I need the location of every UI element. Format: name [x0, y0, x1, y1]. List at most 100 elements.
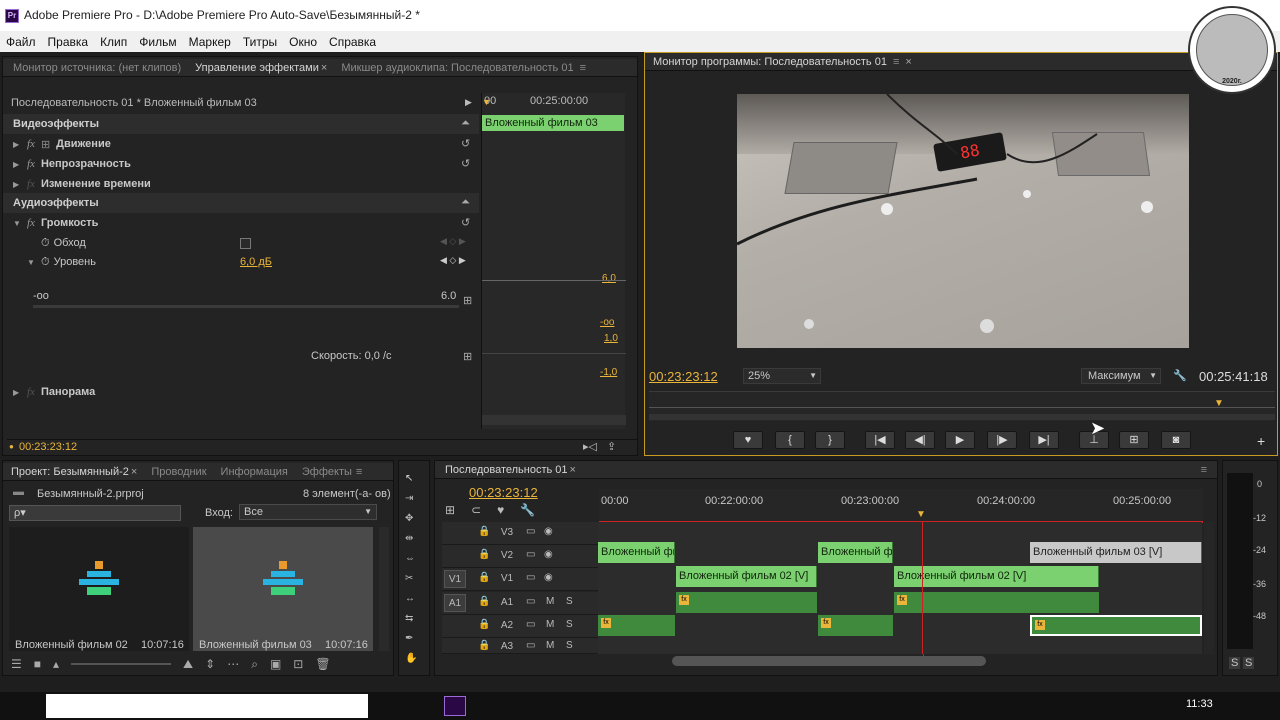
lock-icon[interactable]: 🔒: [478, 572, 490, 583]
track-header-v2[interactable]: 🔒 V2 ▭ ◉: [442, 545, 598, 568]
expand-triangle-icon[interactable]: ▼: [13, 219, 21, 228]
fx-icon[interactable]: fx: [27, 178, 35, 190]
lock-icon[interactable]: 🔒: [478, 526, 490, 537]
razor-tool-icon[interactable]: ✂: [405, 573, 413, 584]
effect-time-remap[interactable]: ▶ fx Изменение времени: [3, 174, 479, 194]
reset-icon[interactable]: ↺: [461, 137, 470, 150]
track-header-a3[interactable]: 🔒 A3 ▭ M S: [442, 638, 598, 654]
menu-help[interactable]: Справка: [329, 35, 376, 49]
audio-clip-a2-a[interactable]: fx: [598, 615, 675, 636]
graph-toggle-icon[interactable]: ⊞: [463, 294, 472, 307]
playback-audio-icon[interactable]: ▸◁: [583, 440, 597, 453]
export-icon[interactable]: ⇪: [607, 440, 616, 453]
keyframe-nav-icon[interactable]: ◀ ◇ ▶: [440, 236, 466, 247]
mini-scrollbar[interactable]: [482, 415, 626, 425]
clip-v2-b[interactable]: Вложенный фи: [818, 542, 893, 563]
tab-sequence[interactable]: Последовательность 01: [445, 464, 568, 476]
lock-icon[interactable]: 🔒: [478, 596, 490, 607]
project-scrollbar[interactable]: [379, 527, 389, 651]
rate-stretch-tool-icon[interactable]: ⇔: [405, 553, 415, 564]
extract-button[interactable]: ⊞: [1119, 431, 1149, 449]
clip-v1-b[interactable]: Вложенный фильм 02 [V]: [894, 566, 1099, 587]
panel-menu-icon[interactable]: ≡: [580, 62, 586, 74]
go-to-in-button[interactable]: |◀: [865, 431, 895, 449]
pen-tool-icon[interactable]: ✒: [405, 633, 413, 644]
effect-mini-timeline[interactable]: 00 00:25:00:00 ▼ Вложенный фильм 03 6,0 …: [481, 93, 626, 429]
project-item[interactable]: Вложенный фильм 02 10:07:16: [9, 527, 189, 651]
zoom-in-icon[interactable]: ⛰: [183, 657, 193, 672]
go-to-out-button[interactable]: ▶|: [1029, 431, 1059, 449]
effect-opacity[interactable]: ▶ fx Непрозрачность: [3, 154, 479, 174]
find-icon[interactable]: ⌕: [251, 657, 258, 672]
solo-button[interactable]: S: [566, 640, 573, 651]
project-item[interactable]: Вложенный фильм 03 10:07:16: [193, 527, 373, 651]
menu-title[interactable]: Титры: [243, 35, 277, 49]
insert-sequence-icon[interactable]: ⊞: [445, 503, 455, 521]
project-search-input[interactable]: ρ▾: [9, 505, 181, 521]
expand-triangle-icon[interactable]: ▶: [13, 388, 21, 397]
sync-icon[interactable]: ▭: [526, 640, 535, 651]
snap-icon[interactable]: ⊂: [471, 503, 481, 521]
mini-clip[interactable]: Вложенный фильм 03: [482, 115, 624, 131]
source-patch-a1[interactable]: A1: [444, 594, 466, 612]
effect-motion[interactable]: ▶ fx ⊞ Движение: [3, 134, 479, 154]
collapse-icon[interactable]: ⏶: [461, 196, 470, 209]
playhead-icon[interactable]: ▼: [1214, 398, 1224, 409]
timeline-h-scrollbar[interactable]: [672, 656, 986, 666]
new-item-icon[interactable]: ⊡: [293, 657, 303, 672]
program-timecode[interactable]: 00:23:23:12: [649, 369, 718, 384]
icon-view-icon[interactable]: ■: [34, 657, 41, 672]
close-icon[interactable]: ×: [570, 464, 576, 476]
tab-project[interactable]: Проект: Безымянный-2: [11, 466, 129, 478]
effect-panorama[interactable]: ▶ fx Панорама: [3, 382, 479, 402]
menu-sequence[interactable]: Фильм: [139, 35, 176, 49]
keyframe-nav-icon[interactable]: ◀ ◇ ▶: [440, 255, 466, 266]
solo-button[interactable]: S: [566, 596, 573, 607]
track-header-v3[interactable]: 🔒 V3 ▭ ◉: [442, 522, 598, 545]
solo-right-button[interactable]: S: [1243, 657, 1255, 669]
panel-menu-icon[interactable]: ≡: [1201, 464, 1207, 476]
program-video-frame[interactable]: 88: [737, 94, 1189, 348]
sync-icon[interactable]: ▭: [526, 619, 535, 630]
playhead-icon[interactable]: ▼: [482, 97, 491, 107]
expand-triangle-icon[interactable]: ▶: [13, 140, 21, 149]
transform-icon[interactable]: ⊞: [41, 138, 50, 151]
source-patch-v1[interactable]: V1: [444, 570, 466, 588]
timeline-ruler[interactable]: 00:00 00:22:00:00 00:23:00:00 00:24:00:0…: [599, 489, 1203, 523]
playhead-icon[interactable]: ▼: [916, 509, 926, 520]
menu-clip[interactable]: Клип: [100, 35, 127, 49]
play-button[interactable]: ▶: [945, 431, 975, 449]
track-header-a1[interactable]: A1 🔒 A1 ▭ M S: [442, 592, 598, 615]
audio-clip-a1-a[interactable]: fx: [676, 592, 817, 613]
clip-v1-a[interactable]: Вложенный фильм 02 [V]: [676, 566, 817, 587]
expand-triangle-icon[interactable]: ▼: [27, 258, 35, 267]
sync-icon[interactable]: ▭: [526, 526, 535, 537]
close-icon[interactable]: ×: [905, 56, 911, 68]
close-icon[interactable]: ×: [321, 62, 327, 74]
reset-icon[interactable]: ↺: [461, 216, 470, 229]
track-select-tool-icon[interactable]: ⇥: [405, 493, 413, 504]
input-filter-select[interactable]: Все ▼: [239, 504, 377, 520]
trash-icon[interactable]: 🗑: [315, 657, 330, 672]
lock-icon[interactable]: 🔒: [478, 640, 490, 651]
step-forward-button[interactable]: |▶: [987, 431, 1017, 449]
tab-program-monitor[interactable]: Монитор программы: Последовательность 01: [653, 56, 887, 68]
zoom-out-icon[interactable]: ▴: [53, 657, 59, 672]
fx-icon[interactable]: fx: [27, 217, 35, 229]
automate-icon[interactable]: ⋯: [227, 657, 239, 672]
tab-source-monitor[interactable]: Монитор источника: (нет клипов): [13, 62, 181, 74]
list-view-icon[interactable]: ☰: [11, 657, 22, 672]
fx-icon[interactable]: fx: [27, 386, 35, 398]
add-button-icon[interactable]: +: [1257, 433, 1265, 449]
zoom-select[interactable]: 25% ▼: [743, 368, 821, 384]
sync-icon[interactable]: ▭: [526, 572, 535, 583]
sync-icon[interactable]: ▭: [526, 596, 535, 607]
menu-marker[interactable]: Маркер: [189, 35, 231, 49]
stopwatch-icon[interactable]: ⏱: [41, 237, 50, 250]
hand-tool-icon[interactable]: ✋: [405, 653, 417, 664]
add-marker-icon[interactable]: ♥: [497, 503, 504, 521]
slide-tool-icon[interactable]: ⇆: [405, 613, 413, 624]
clip-v2-a[interactable]: Вложенный фи: [598, 542, 675, 563]
menu-file[interactable]: Файл: [6, 35, 36, 49]
slip-tool-icon[interactable]: ↔: [405, 593, 415, 604]
